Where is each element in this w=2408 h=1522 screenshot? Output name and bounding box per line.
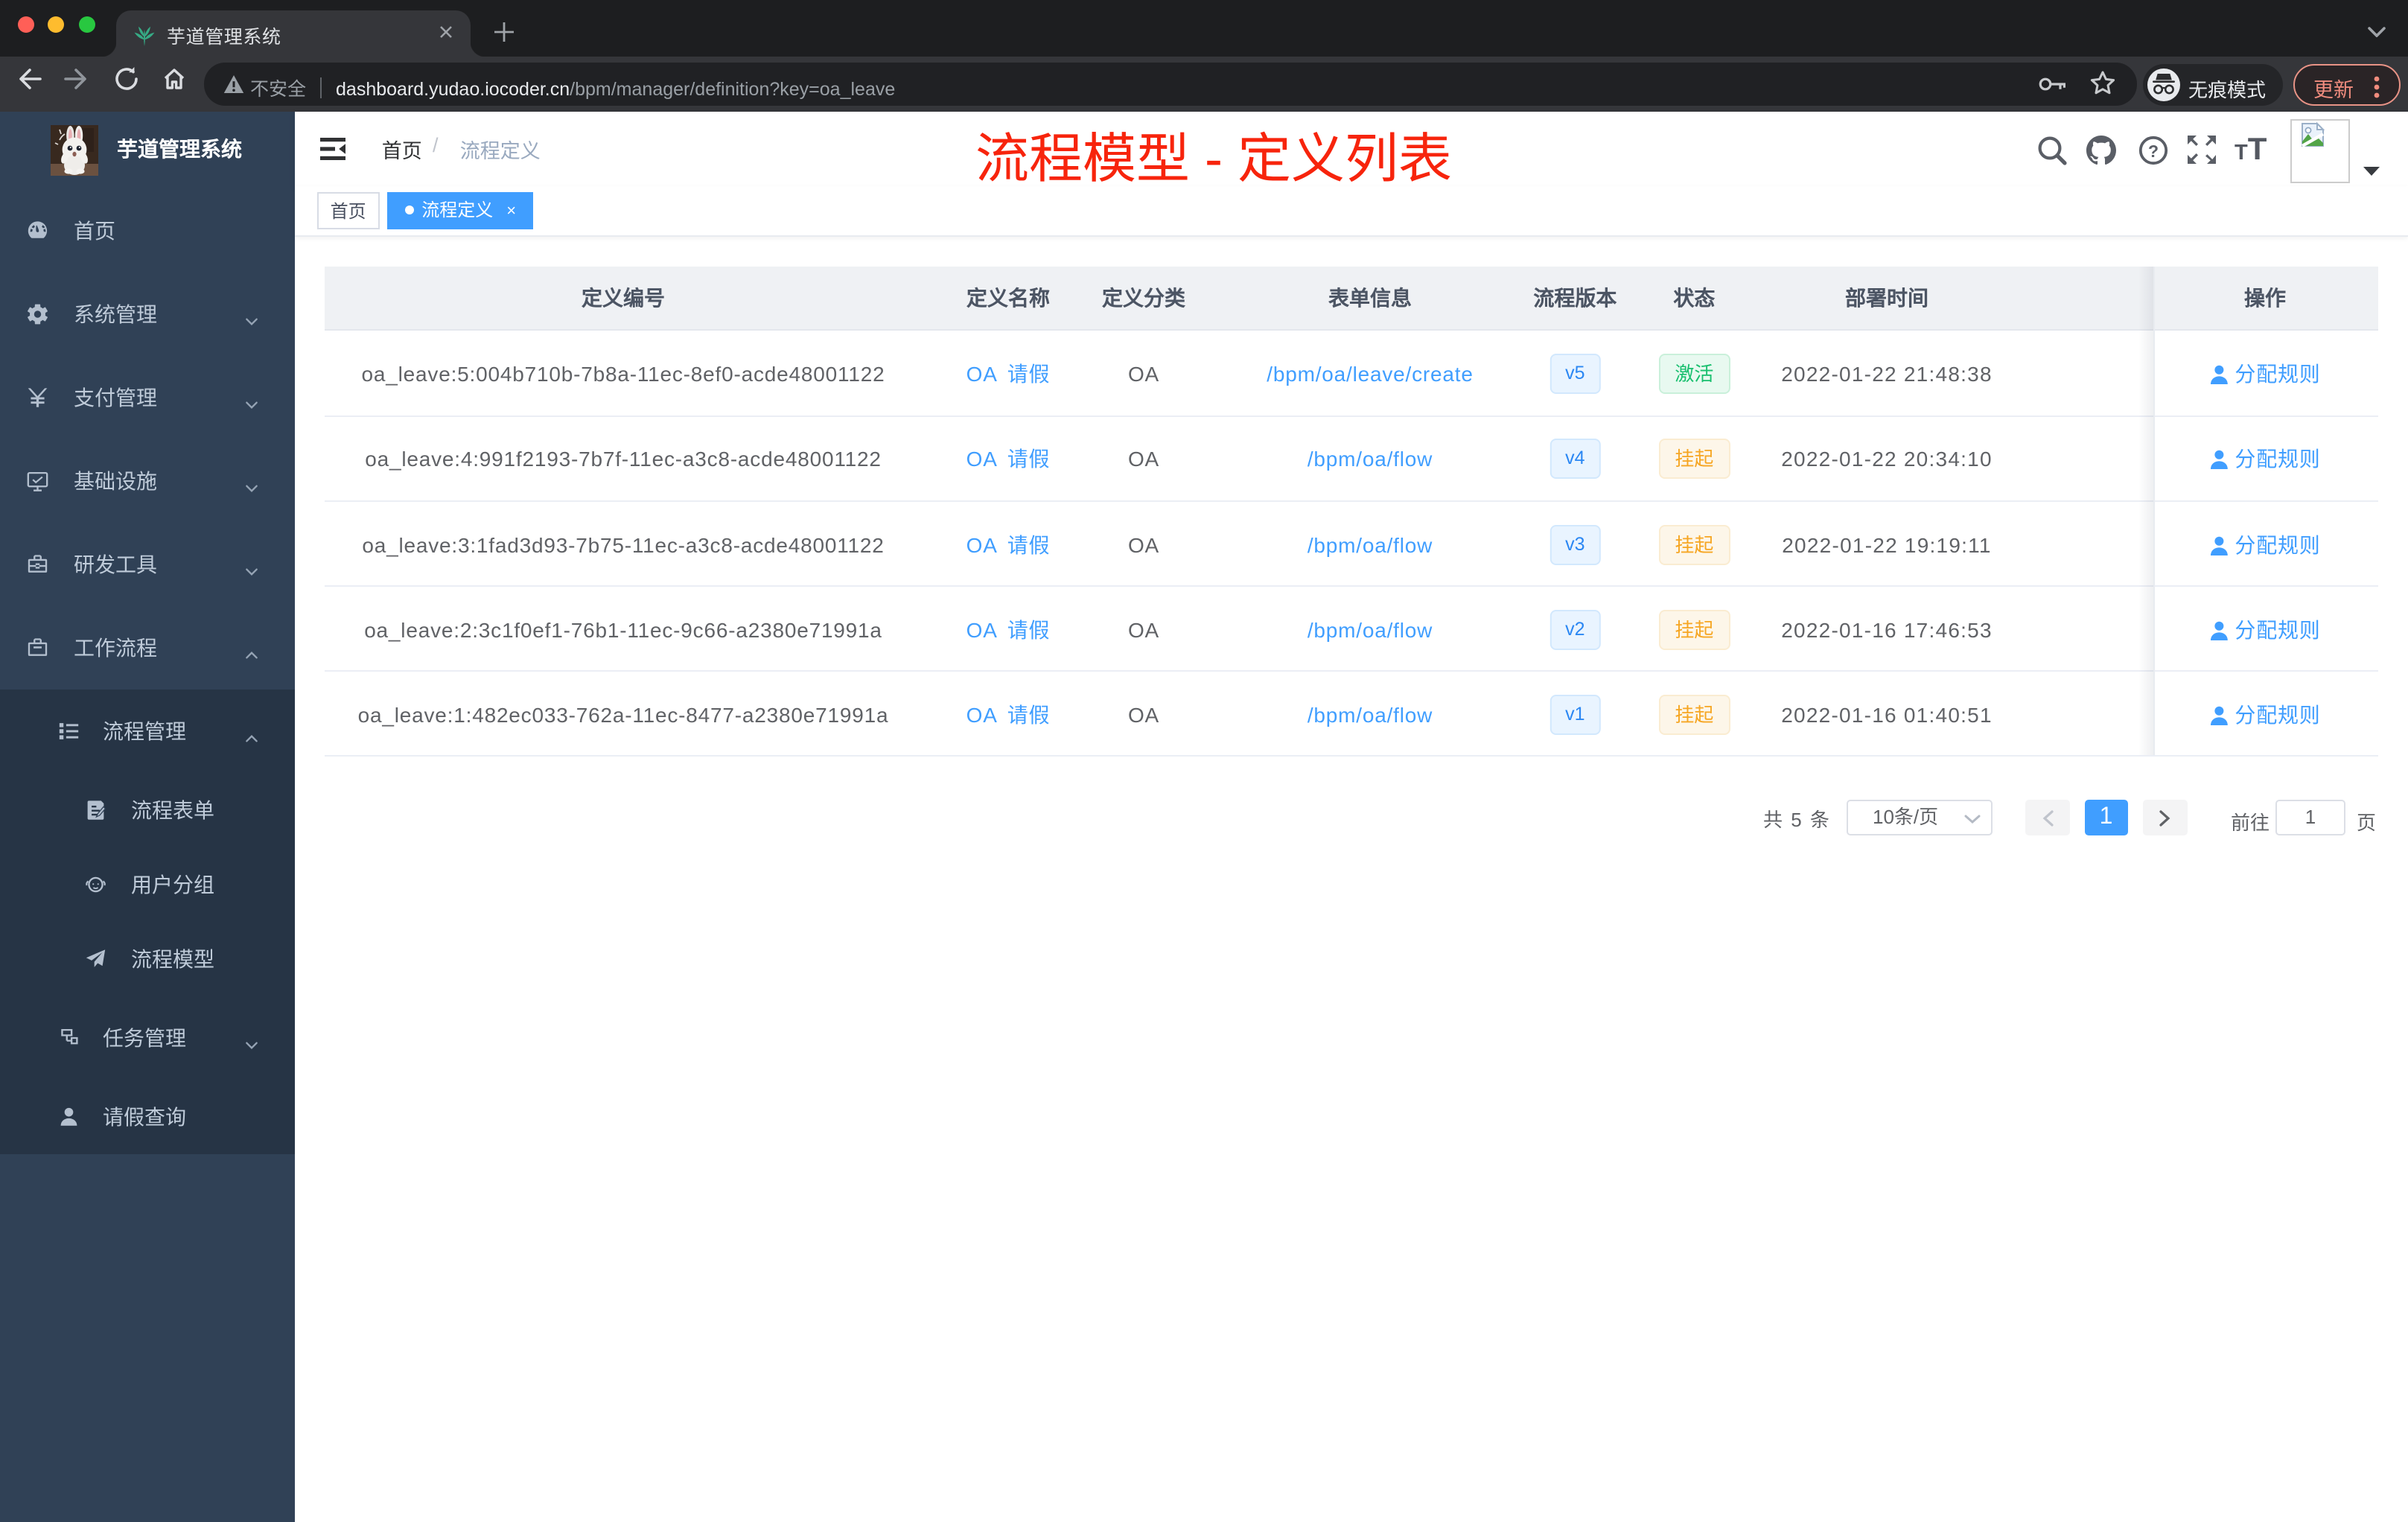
svg-text:?: ? <box>2147 141 2158 161</box>
